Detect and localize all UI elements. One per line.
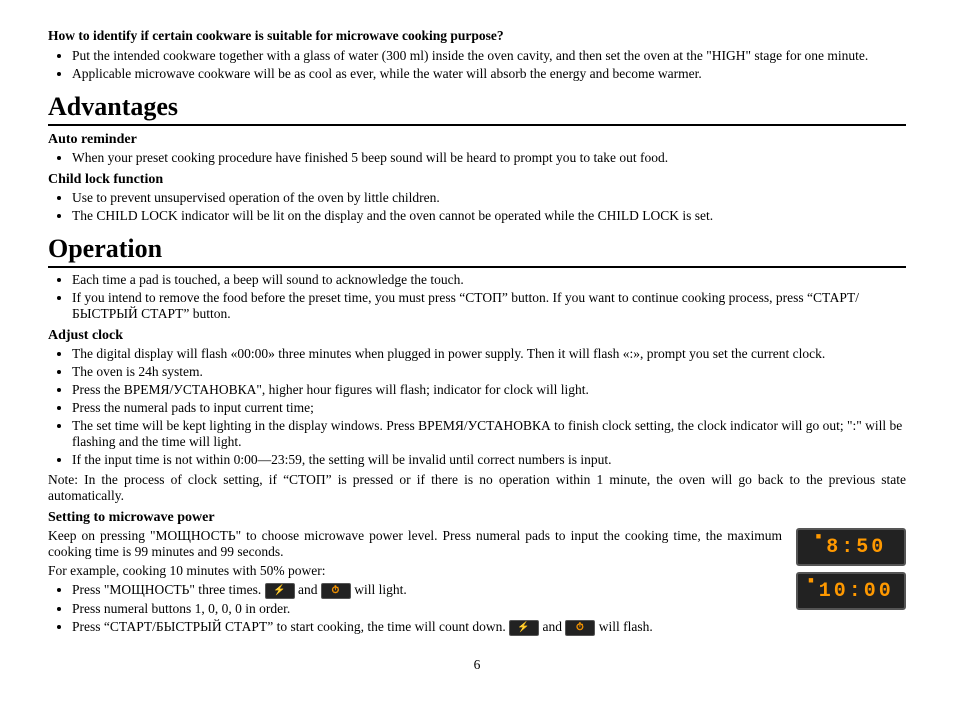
adjust-clock-item-4: Press the numeral pads to input current … xyxy=(72,400,906,416)
advantages-title: Advantages xyxy=(48,92,906,126)
microwave-power-item-1-pre: Press "МОЩНОСТЬ" three times. xyxy=(72,582,261,597)
inline-display-4: ⏱ xyxy=(565,620,595,636)
adjust-clock-note: Note: In the process of clock setting, i… xyxy=(48,472,906,504)
adjust-clock-item-2: The oven is 24h system. xyxy=(72,364,906,380)
microwave-power-item-1: Press "МОЩНОСТЬ" three times. ⚡ and ⏱ wi… xyxy=(72,582,906,599)
cookware-item-2: Applicable microwave cookware will be as… xyxy=(72,66,906,82)
display-value-1: 8:50 xyxy=(826,536,886,559)
adjust-clock-item-6: If the input time is not within 0:00—23:… xyxy=(72,452,906,468)
microwave-power-item-3-post: will flash. xyxy=(599,619,653,634)
display-indicator-1: ■ xyxy=(816,530,824,542)
auto-reminder-list: When your preset cooking procedure have … xyxy=(72,150,906,166)
adjust-clock-list: The digital display will flash «00:00» t… xyxy=(72,346,906,468)
microwave-power-header: Setting to microwave power xyxy=(48,510,906,526)
display-indicator-2: ■ xyxy=(808,574,816,586)
microwave-power-item-1-post: will light. xyxy=(354,582,407,597)
operation-title: Operation xyxy=(48,234,906,268)
advantages-section: Advantages Auto reminder When your prese… xyxy=(48,92,906,224)
inline-display-3: ⚡ xyxy=(509,620,539,636)
cookware-item-1: Put the intended cookware together with … xyxy=(72,48,906,64)
display-box-2: ■ 10:00 xyxy=(796,572,906,610)
inline-display-1: ⚡ xyxy=(265,583,295,599)
operation-section: Operation Each time a pad is touched, a … xyxy=(48,234,906,639)
adjust-clock-item-1: The digital display will flash «00:00» t… xyxy=(72,346,906,362)
microwave-power-list: Press "МОЩНОСТЬ" three times. ⚡ and ⏱ wi… xyxy=(72,582,906,636)
display-value-2: 10:00 xyxy=(819,580,894,603)
microwave-power-item-2: Press numeral buttons 1, 0, 0, 0 in orde… xyxy=(72,601,906,617)
adjust-clock-item-5: The set time will be kept lighting in th… xyxy=(72,418,906,450)
microwave-power-and-2: and xyxy=(543,619,563,634)
cookware-question: How to identify if certain cookware is s… xyxy=(48,28,906,44)
auto-reminder-header: Auto reminder xyxy=(48,132,906,148)
cookware-section: How to identify if certain cookware is s… xyxy=(48,28,906,82)
child-lock-item-1: Use to prevent unsupervised operation of… xyxy=(72,190,906,206)
operation-list: Each time a pad is touched, a beep will … xyxy=(72,272,906,322)
child-lock-item-2: The CHILD LOCK indicator will be lit on … xyxy=(72,208,906,224)
microwave-power-item-3: Press “СТАРТ/БЫСТРЫЙ СТАРТ” to start coo… xyxy=(72,619,906,636)
child-lock-list: Use to prevent unsupervised operation of… xyxy=(72,190,906,224)
cookware-list: Put the intended cookware together with … xyxy=(72,48,906,82)
auto-reminder-text: When your preset cooking procedure have … xyxy=(72,150,906,166)
page-content: How to identify if certain cookware is s… xyxy=(48,28,906,673)
microwave-power-content: ■ 8:50 ■ 10:00 Keep on pressing "МОЩНОСТ… xyxy=(48,528,906,639)
operation-item-1: Each time a pad is touched, a beep will … xyxy=(72,272,906,288)
adjust-clock-header: Adjust clock xyxy=(48,328,906,344)
microwave-power-and-1: and xyxy=(298,582,318,597)
operation-item-2: If you intend to remove the food before … xyxy=(72,290,906,322)
inline-display-2: ⏱ xyxy=(321,583,351,599)
page-number: 6 xyxy=(48,657,906,673)
microwave-power-intro: Keep on pressing "МОЩНОСТЬ" to choose mi… xyxy=(48,528,906,560)
child-lock-header: Child lock function xyxy=(48,172,906,188)
microwave-power-item-3-pre: Press “СТАРТ/БЫСТРЫЙ СТАРТ” to start coo… xyxy=(72,619,506,634)
display-box-1: ■ 8:50 xyxy=(796,528,906,566)
microwave-power-example: For example, cooking 10 minutes with 50%… xyxy=(48,563,906,579)
adjust-clock-item-3: Press the ВРЕМЯ/УСТАНОВКА", higher hour … xyxy=(72,382,906,398)
display-images: ■ 8:50 ■ 10:00 xyxy=(796,528,906,616)
